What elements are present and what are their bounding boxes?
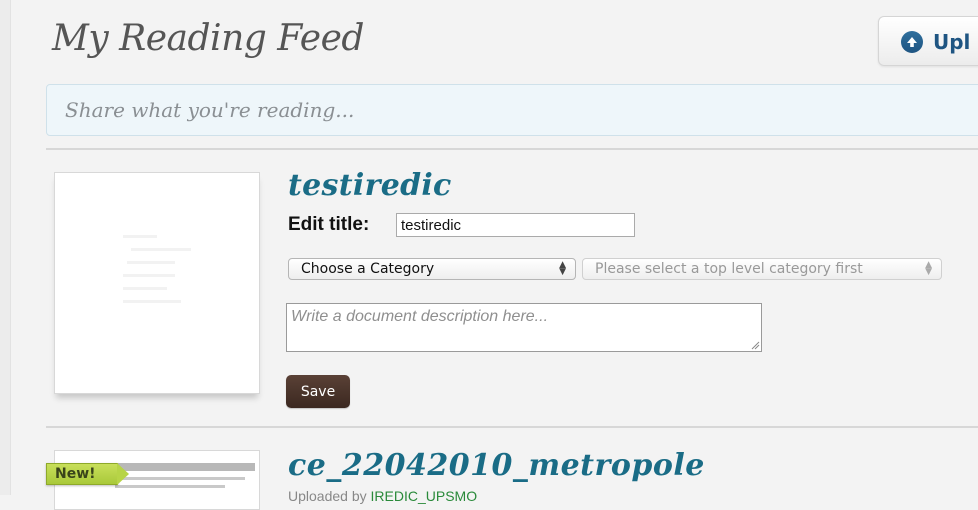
arrow-up-circle-icon [901,31,923,53]
category-select-value: Choose a Category [301,261,435,277]
resize-handle-icon[interactable] [750,340,760,350]
uploaded-by-label: Uploaded by [288,488,367,504]
thumbnail-header-band [115,463,255,471]
upload-button[interactable]: Upl [878,16,978,66]
upload-button-label: Upl [933,30,971,54]
page-title: My Reading Feed [52,18,364,59]
edit-title-label: Edit title: [288,214,370,235]
new-badge: New! [46,463,129,485]
subcategory-select-value: Please select a top level category first [595,261,863,277]
thumbnail-line [115,477,245,480]
updown-arrows-icon: ▲ ▼ [925,260,932,277]
edit-title-input[interactable] [396,213,635,237]
thumbnail-page-lines [123,235,191,313]
share-reading-input[interactable] [46,84,978,136]
document-uploader: Uploaded by IREDIC_UPSMO [288,488,477,504]
category-select[interactable]: Choose a Category ▲ ▼ [288,258,576,280]
thumbnail-line [115,485,225,488]
subcategory-select[interactable]: Please select a top level category first… [582,258,942,280]
document-title[interactable]: ce_22042010_metropole [288,448,705,483]
document-title[interactable]: testiredic [288,168,452,203]
updown-arrows-icon: ▲ ▼ [559,260,566,277]
left-rule [0,0,11,495]
document-description-field[interactable] [286,303,762,352]
section-divider [46,148,978,150]
document-divider [46,426,978,428]
save-button[interactable]: Save [286,375,350,408]
uploader-link[interactable]: IREDIC_UPSMO [371,488,478,504]
document-thumbnail[interactable] [54,172,260,394]
